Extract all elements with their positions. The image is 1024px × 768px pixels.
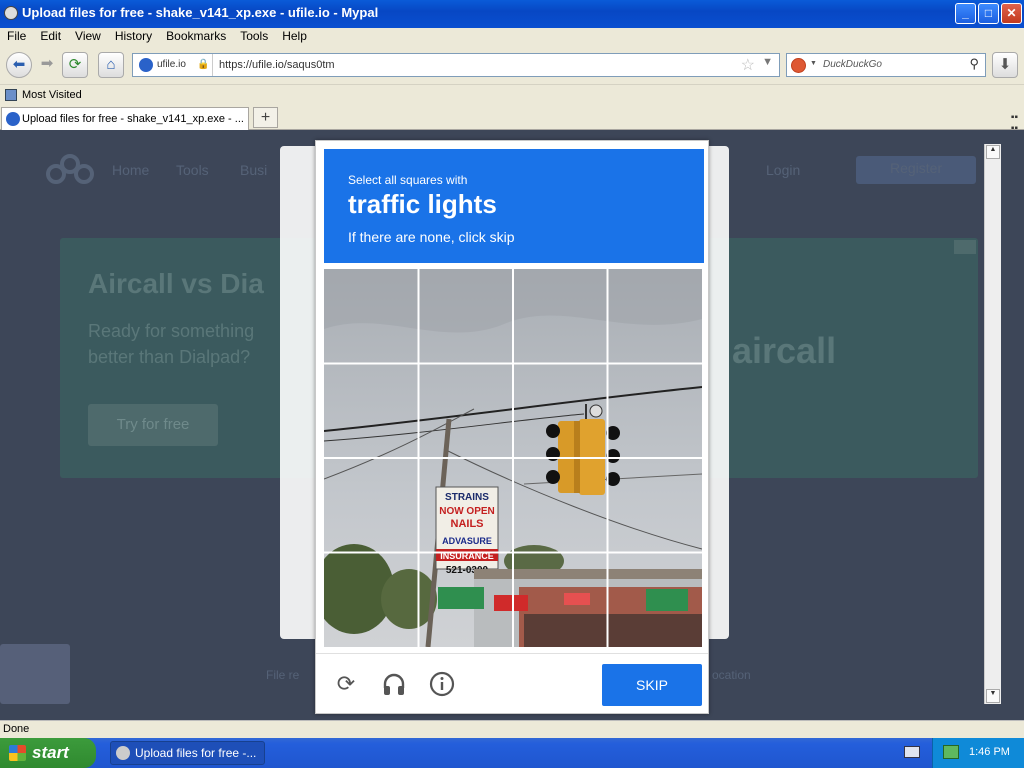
bg-nav-business: Busi [240, 162, 268, 178]
lock-icon: 🔒 [197, 59, 210, 70]
duckduckgo-icon[interactable] [791, 58, 806, 73]
start-button[interactable]: start [0, 738, 96, 768]
menu-bar: File Edit View History Bookmarks Tools Help [0, 28, 1024, 46]
bg-footer-left: File re [266, 668, 300, 682]
grid-cell-1-4[interactable] [609, 269, 702, 362]
grid-cell-2-4[interactable] [609, 364, 702, 457]
grid-cell-2-1[interactable] [324, 364, 417, 457]
site-favicon-icon [139, 58, 153, 72]
captcha-dialog: Select all squares with traffic lights I… [315, 140, 709, 714]
grid-cell-2-2[interactable] [419, 364, 512, 457]
site-identity-label: ufile.io [157, 59, 186, 70]
bg-register-button: Register [856, 156, 976, 184]
grid-cell-1-2[interactable] [419, 269, 512, 362]
grid-cell-1-1[interactable] [324, 269, 417, 362]
bookmark-star-icon[interactable]: ☆ [741, 55, 755, 75]
window-title-bar[interactable]: Upload files for free - shake_v141_xp.ex… [0, 0, 1024, 28]
grid-cell-3-1[interactable] [324, 459, 417, 552]
grid-cell-3-3[interactable] [514, 459, 607, 552]
menu-history[interactable]: History [108, 28, 159, 43]
clock[interactable]: 1:46 PM [969, 746, 1010, 758]
home-icon[interactable]: ⌂ [98, 52, 124, 78]
url-dropdown-icon[interactable]: ▼ [762, 56, 773, 68]
grid-cell-4-3[interactable] [514, 554, 607, 647]
scroll-down-icon[interactable]: ▼ [986, 689, 1000, 703]
reload-icon[interactable]: ⟳ [332, 670, 360, 698]
info-icon[interactable] [428, 670, 456, 698]
engine-dropdown-icon[interactable]: ▼ [810, 60, 817, 67]
grid-cell-4-4[interactable] [609, 554, 702, 647]
search-box[interactable]: ▼ DuckDuckGo ⚲ [786, 53, 986, 77]
captcha-hint: If there are none, click skip [348, 229, 515, 245]
grid-cell-3-2[interactable] [419, 459, 512, 552]
menu-tools[interactable]: Tools [233, 28, 275, 43]
grid-cell-3-4[interactable] [609, 459, 702, 552]
url-input[interactable]: https://ufile.io/saqus0tm [219, 54, 335, 76]
close-button[interactable]: ✕ [1001, 3, 1022, 24]
grid-cell-4-2[interactable] [419, 554, 512, 647]
back-arrow-icon[interactable]: ⬅ [6, 52, 32, 78]
status-bar: Done [0, 720, 1024, 738]
url-bar[interactable]: ufile.io 🔒 https://ufile.io/saqus0tm ☆ ▼ [132, 53, 780, 77]
grid-cell-4-1[interactable] [324, 554, 417, 647]
tab-favicon-icon [6, 112, 20, 126]
ad-choices-icon [954, 240, 976, 254]
ufile-logo-icon [46, 154, 96, 190]
most-visited-icon [5, 89, 17, 101]
ad-heading: Aircall vs Dia [88, 268, 264, 299]
windows-flag-icon [9, 745, 26, 761]
bookmark-most-visited[interactable]: Most Visited [22, 89, 82, 101]
tab-label: Upload files for free - shake_v141_xp.ex… [22, 113, 244, 125]
captcha-target: traffic lights [348, 189, 497, 219]
taskbar-window-button[interactable]: Upload files for free -... [110, 741, 265, 765]
window-title: Upload files for free - shake_v141_xp.ex… [22, 5, 379, 20]
tab-strip: Upload files for free - shake_v141_xp.ex… [0, 106, 1024, 134]
taskbar-window-label: Upload files for free -... [135, 746, 257, 760]
recaptcha-badge [0, 644, 70, 704]
scroll-up-icon[interactable]: ▲ [986, 145, 1000, 159]
bookmarks-toolbar: Most Visited [0, 84, 1024, 106]
bg-nav-tools: Tools [176, 162, 209, 178]
captcha-footer: ⟳ SKIP [316, 653, 708, 713]
menu-bookmarks[interactable]: Bookmarks [159, 28, 233, 43]
audio-headphones-icon[interactable] [380, 670, 408, 698]
bg-nav-login: Login [766, 162, 801, 178]
captcha-instructions: Select all squares with traffic lights I… [324, 149, 704, 263]
start-label: start [32, 743, 69, 762]
taskbar: start Upload files for free -... 1:46 PM [0, 738, 1024, 768]
network-icon[interactable] [943, 745, 959, 759]
vertical-scrollbar[interactable]: ▲ ▼ [984, 144, 1001, 704]
status-text: Done [3, 723, 30, 735]
forward-arrow-icon[interactable]: ➡ [34, 52, 60, 78]
reload-icon[interactable]: ⟳ [62, 52, 88, 78]
maximize-button[interactable]: □ [978, 3, 999, 24]
keyboard-icon[interactable] [904, 746, 920, 758]
system-tray: 1:46 PM [932, 738, 1024, 768]
search-input[interactable]: DuckDuckGo [823, 59, 882, 70]
mypal-app-icon [4, 6, 18, 20]
ad-subheading: Ready for something better than Dialpad? [88, 321, 255, 367]
navigation-toolbar: ⬅ ➡ ⟳ ⌂ ufile.io 🔒 https://ufile.io/saqu… [0, 46, 1024, 84]
menu-view[interactable]: View [68, 28, 108, 43]
grid-cell-1-3[interactable] [514, 269, 607, 362]
menu-edit[interactable]: Edit [33, 28, 68, 43]
ad-logo: aircall [732, 330, 837, 371]
menu-help[interactable]: Help [275, 28, 314, 43]
menu-file[interactable]: File [0, 28, 33, 43]
download-icon[interactable]: ⬇ [992, 52, 1018, 78]
grid-cell-2-3[interactable] [514, 364, 607, 457]
captcha-instruction-line: Select all squares with [348, 173, 468, 187]
search-icon[interactable]: ⚲ [969, 56, 979, 72]
bg-footer-right: ocation [712, 668, 751, 682]
skip-button[interactable]: SKIP [602, 664, 702, 706]
ad-button: Try for free [88, 404, 218, 446]
minimize-button[interactable]: _ [955, 3, 976, 24]
bg-nav-home: Home [112, 162, 150, 178]
tab-upload-files[interactable]: Upload files for free - shake_v141_xp.ex… [1, 107, 249, 130]
mypal-task-icon [116, 746, 130, 760]
captcha-image-grid: STRAINS NOW OPEN NAILS ADVASURE INSURANC… [324, 269, 702, 647]
new-tab-button[interactable]: + [253, 107, 278, 128]
